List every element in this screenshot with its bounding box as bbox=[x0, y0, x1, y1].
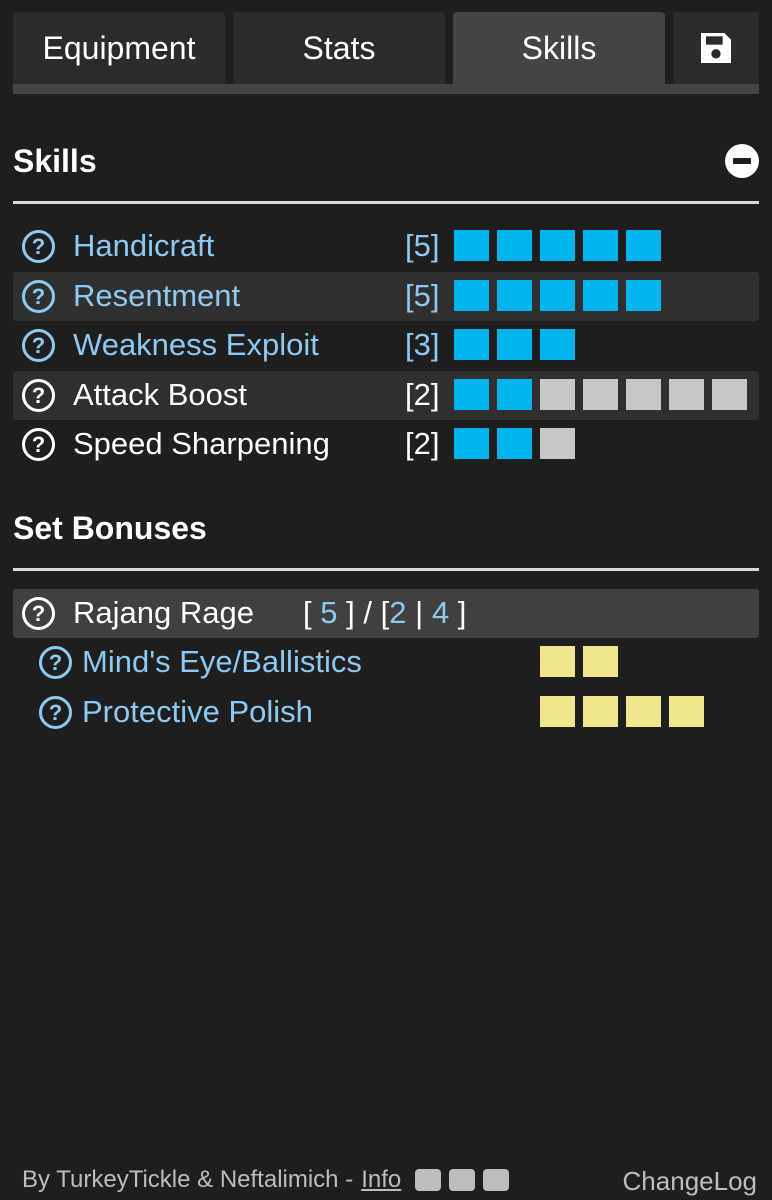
skill-row-resentment[interactable]: ? Resentment [5] bbox=[13, 272, 759, 321]
pip-set bbox=[583, 696, 618, 727]
footer: By TurkeyTickle & Neftalimich - Info Cha… bbox=[22, 1160, 757, 1200]
set-piece-count: [ 5 ] / [2 | 4 ] bbox=[303, 595, 466, 631]
save-icon bbox=[701, 33, 731, 63]
set-bonuses-divider bbox=[13, 568, 759, 571]
pip-filled bbox=[540, 230, 575, 261]
pip-filled bbox=[454, 379, 489, 410]
minus-circle-icon[interactable] bbox=[725, 144, 759, 178]
github-icon[interactable] bbox=[415, 1169, 442, 1191]
pip-filled bbox=[626, 230, 661, 261]
pip-empty bbox=[583, 379, 618, 410]
question-icon[interactable]: ? bbox=[39, 646, 72, 679]
pip-set bbox=[540, 696, 575, 727]
skill-name[interactable]: Attack Boost bbox=[73, 377, 247, 413]
tab-equipment[interactable]: Equipment bbox=[13, 12, 225, 84]
skill-pips bbox=[454, 379, 747, 410]
pip-set bbox=[540, 646, 575, 677]
skill-pips bbox=[454, 329, 575, 360]
pip-set bbox=[626, 696, 661, 727]
skill-pips bbox=[454, 428, 575, 459]
bracket: [ bbox=[380, 595, 390, 630]
skill-pips bbox=[454, 280, 661, 311]
set-bonus-name[interactable]: Mind's Eye/Ballistics bbox=[82, 644, 362, 680]
tab-stats[interactable]: Stats bbox=[233, 12, 445, 84]
set-threshold: 4 bbox=[431, 595, 450, 630]
pip-empty bbox=[669, 379, 704, 410]
skill-level: [5] bbox=[405, 228, 440, 263]
skill-level: [2] bbox=[405, 426, 440, 461]
skill-name[interactable]: Speed Sharpening bbox=[73, 426, 330, 462]
skill-row-weakness-exploit[interactable]: ? Weakness Exploit [3] bbox=[13, 321, 759, 370]
question-icon[interactable]: ? bbox=[22, 597, 55, 630]
question-icon[interactable]: ? bbox=[39, 696, 72, 729]
skill-name[interactable]: Resentment bbox=[73, 278, 240, 314]
info-link[interactable]: Info bbox=[361, 1166, 401, 1194]
set-name[interactable]: Rajang Rage bbox=[73, 595, 254, 631]
pip-empty bbox=[540, 379, 575, 410]
pip-empty bbox=[540, 428, 575, 459]
pip-filled bbox=[540, 329, 575, 360]
skill-name[interactable]: Weakness Exploit bbox=[73, 327, 319, 363]
skill-level: [2] bbox=[405, 377, 440, 412]
question-icon[interactable]: ? bbox=[22, 329, 55, 362]
set-bonus-pips bbox=[540, 646, 618, 677]
set-pieces-equipped: 5 bbox=[320, 595, 338, 630]
pip-filled bbox=[454, 329, 489, 360]
question-icon[interactable]: ? bbox=[22, 379, 55, 412]
pip-filled bbox=[497, 280, 532, 311]
question-icon[interactable]: ? bbox=[22, 230, 55, 263]
pip-empty bbox=[712, 379, 747, 410]
skills-divider bbox=[13, 201, 759, 204]
social-links bbox=[415, 1169, 510, 1191]
set-row-rajang-rage[interactable]: ? Rajang Rage [ 5 ] / [2 | 4 ] bbox=[13, 589, 759, 638]
pip-filled bbox=[626, 280, 661, 311]
skill-name[interactable]: Handicraft bbox=[73, 228, 214, 264]
tab-bar: Equipment Stats Skills bbox=[13, 12, 759, 84]
bracket: ] bbox=[457, 595, 467, 630]
save-button[interactable] bbox=[673, 12, 759, 84]
footer-credit: By TurkeyTickle & Neftalimich - bbox=[22, 1166, 354, 1193]
pip-filled bbox=[497, 379, 532, 410]
pip-empty bbox=[626, 379, 661, 410]
app-root: Equipment Stats Skills Skills ? Handicra… bbox=[0, 0, 772, 1200]
discord-icon[interactable] bbox=[449, 1169, 476, 1191]
skills-section-title: Skills bbox=[13, 143, 97, 179]
pip-filled bbox=[583, 230, 618, 261]
set-threshold: 2 bbox=[389, 595, 407, 630]
separator: | bbox=[415, 595, 424, 630]
skill-level: [5] bbox=[405, 278, 440, 313]
set-bonus-protective-polish[interactable]: ? Protective Polish bbox=[13, 688, 759, 737]
bracket: [ bbox=[303, 595, 312, 630]
skill-pips bbox=[454, 230, 661, 261]
twitter-icon[interactable] bbox=[483, 1169, 510, 1191]
tab-underline bbox=[13, 84, 759, 94]
pip-filled bbox=[540, 280, 575, 311]
changelog-link[interactable]: ChangeLog bbox=[623, 1166, 757, 1197]
pip-filled bbox=[583, 280, 618, 311]
pip-filled bbox=[454, 428, 489, 459]
skill-level: [3] bbox=[405, 327, 440, 362]
tab-skills[interactable]: Skills bbox=[453, 12, 665, 84]
slash: / bbox=[363, 595, 372, 630]
skill-row-speed-sharpening[interactable]: ? Speed Sharpening [2] bbox=[13, 420, 759, 469]
pip-filled bbox=[497, 329, 532, 360]
set-bonus-name[interactable]: Protective Polish bbox=[82, 694, 313, 730]
set-bonuses-title: Set Bonuses bbox=[13, 510, 207, 546]
question-icon[interactable]: ? bbox=[22, 280, 55, 313]
pip-set bbox=[669, 696, 704, 727]
pip-filled bbox=[497, 230, 532, 261]
question-icon[interactable]: ? bbox=[22, 428, 55, 461]
bracket: ] bbox=[346, 595, 355, 630]
pip-filled bbox=[454, 280, 489, 311]
pip-set bbox=[583, 646, 618, 677]
skill-row-handicraft[interactable]: ? Handicraft [5] bbox=[13, 222, 759, 271]
set-bonus-pips bbox=[540, 696, 704, 727]
skill-row-attack-boost[interactable]: ? Attack Boost [2] bbox=[13, 371, 759, 420]
pip-filled bbox=[454, 230, 489, 261]
pip-filled bbox=[497, 428, 532, 459]
set-bonus-minds-eye[interactable]: ? Mind's Eye/Ballistics bbox=[13, 638, 759, 687]
